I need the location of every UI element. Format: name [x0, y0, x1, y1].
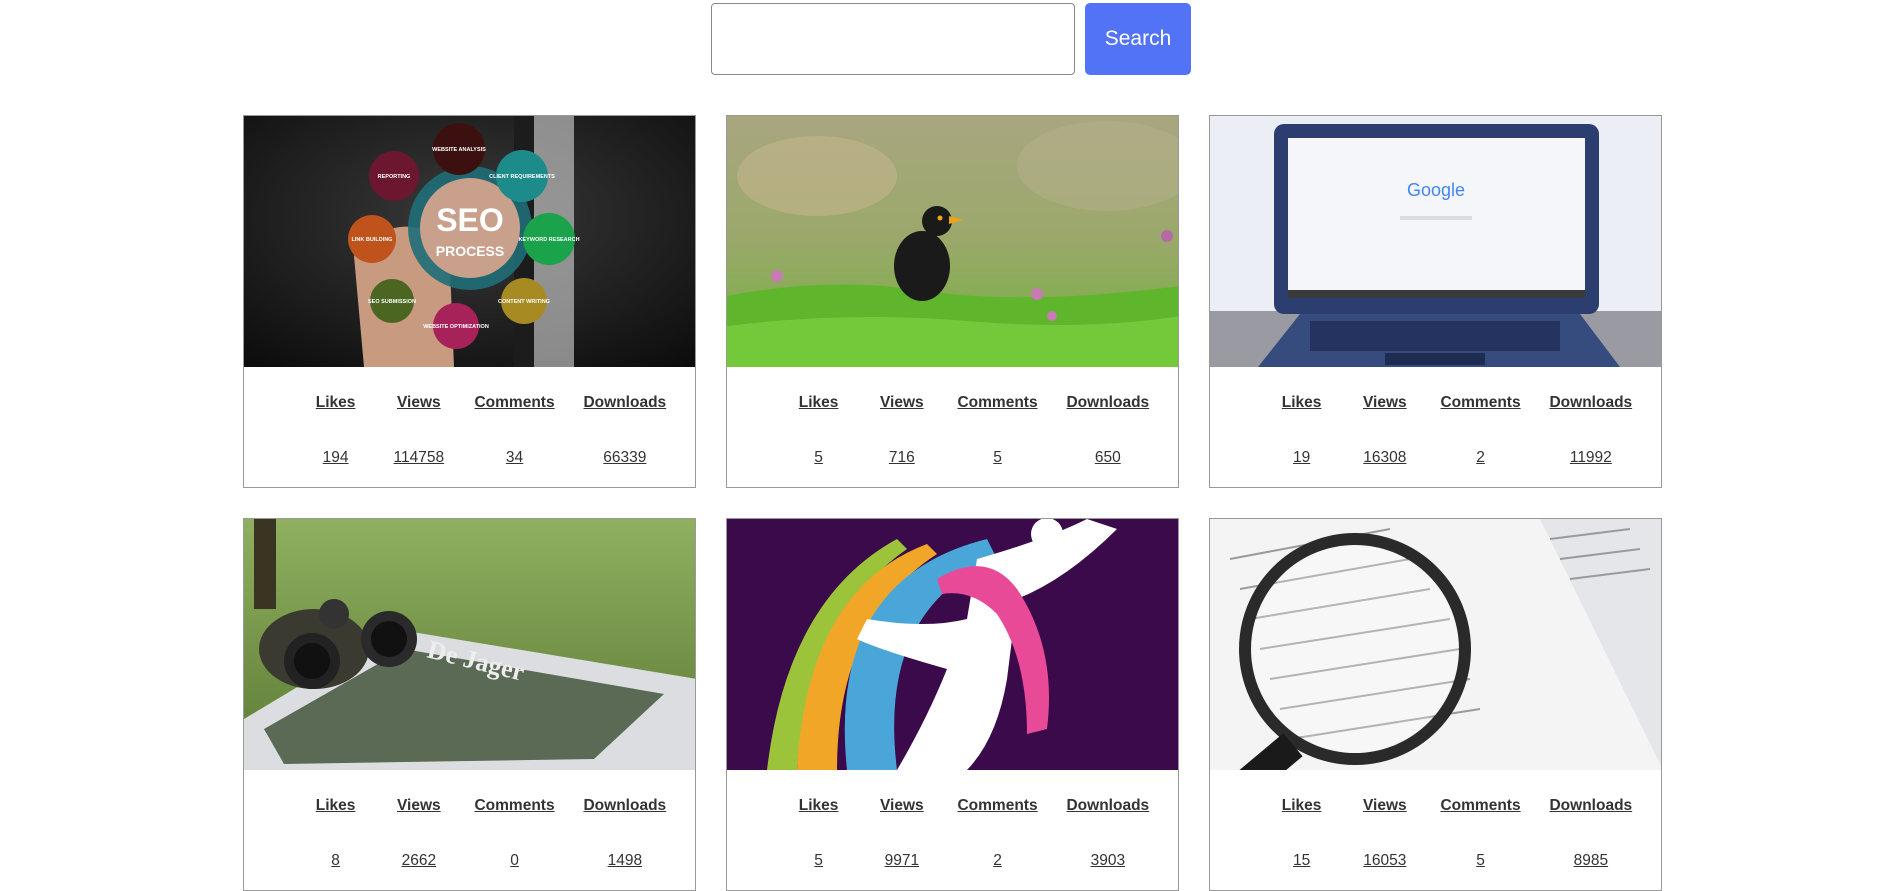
downloads-count[interactable]: 1498 — [569, 852, 681, 870]
image-magnifying-glass[interactable] — [1210, 519, 1661, 770]
card-stats: Likes 19 Views 16308 Comments 2 Downloads 11… — [1210, 367, 1661, 467]
card-stats: Likes 8 Views 2662 Comments 0 Downloads 1498 — [244, 770, 695, 870]
image-laptop[interactable]: Google — [1210, 116, 1661, 367]
likes-link[interactable]: Likes — [777, 797, 860, 815]
search-bar: Search — [711, 3, 1191, 75]
image-abstract-dancer[interactable] — [727, 519, 1178, 770]
bubble-link-building: LINK BUILDING — [352, 237, 393, 243]
views-link[interactable]: Views — [1343, 394, 1426, 412]
downloads-link[interactable]: Downloads — [1052, 394, 1164, 412]
comments-link[interactable]: Comments — [460, 394, 568, 412]
card-stats: Likes 5 Views 716 Comments 5 Downloads 650 — [727, 367, 1178, 467]
bubble-website-analysis: WEBSITE ANALYSIS — [432, 147, 486, 153]
downloads-count[interactable]: 66339 — [569, 449, 681, 467]
likes-count[interactable]: 5 — [777, 852, 860, 870]
comments-link[interactable]: Comments — [943, 394, 1051, 412]
image-card: Likes 5 Views 9971 Comments 2 Downloads 3903 — [726, 518, 1179, 891]
views-link[interactable]: Views — [377, 394, 460, 412]
comments-count[interactable]: 5 — [1426, 852, 1534, 870]
image-card: Likes 5 Views 716 Comments 5 Downloads 650 — [726, 115, 1179, 488]
likes-link[interactable]: Likes — [1260, 797, 1343, 815]
bubble-keyword-research: KEYWORD RESEARCH — [518, 237, 579, 243]
comments-link[interactable]: Comments — [1426, 394, 1534, 412]
views-count[interactable]: 16308 — [1343, 449, 1426, 467]
card-stats: Likes 194 Views 114758 Comments 34 Download… — [244, 367, 695, 467]
likes-count[interactable]: 8 — [294, 852, 377, 870]
views-count[interactable]: 16053 — [1343, 852, 1426, 870]
comments-count[interactable]: 0 — [460, 852, 568, 870]
downloads-link[interactable]: Downloads — [1535, 394, 1647, 412]
comments-link[interactable]: Comments — [460, 797, 568, 815]
comments-count[interactable]: 5 — [943, 449, 1051, 467]
downloads-link[interactable]: Downloads — [1052, 797, 1164, 815]
views-link[interactable]: Views — [1343, 797, 1426, 815]
bubble-website-optimization: WEBSITE OPTIMIZATION — [423, 324, 489, 330]
comments-link[interactable]: Comments — [1426, 797, 1534, 815]
bubble-content-writing: CONTENT WRITING — [498, 299, 550, 305]
image-card: De Jager Likes 8 Views 2662 Comments 0 Down… — [243, 518, 696, 891]
downloads-count[interactable]: 11992 — [1535, 449, 1647, 467]
image-seo-process[interactable]: SEO PROCESS WEBSITE ANALYSIS CLIENT REQU… — [244, 116, 695, 367]
likes-count[interactable]: 19 — [1260, 449, 1343, 467]
search-button[interactable]: Search — [1085, 3, 1191, 75]
bubble-seo-submission: SEO SUBMISSION — [368, 299, 416, 305]
views-count[interactable]: 9971 — [860, 852, 943, 870]
views-link[interactable]: Views — [377, 797, 460, 815]
likes-link[interactable]: Likes — [294, 797, 377, 815]
downloads-count[interactable]: 3903 — [1052, 852, 1164, 870]
image-card: Google Likes 19 Views 16308 Comments 2 Down… — [1209, 115, 1662, 488]
views-count[interactable]: 2662 — [377, 852, 460, 870]
seo-title-text: SEO — [436, 202, 504, 238]
comments-link[interactable]: Comments — [943, 797, 1051, 815]
downloads-link[interactable]: Downloads — [569, 394, 681, 412]
card-stats: Likes 15 Views 16053 Comments 5 Downloads 89… — [1210, 770, 1661, 870]
image-card: SEO PROCESS WEBSITE ANALYSIS CLIENT REQU… — [243, 115, 696, 488]
likes-link[interactable]: Likes — [777, 394, 860, 412]
comments-count[interactable]: 2 — [943, 852, 1051, 870]
card-stats: Likes 5 Views 9971 Comments 2 Downloads 3903 — [727, 770, 1178, 870]
bubble-client-requirements: CLIENT REQUIREMENTS — [489, 174, 555, 180]
comments-count[interactable]: 2 — [1426, 449, 1534, 467]
search-input[interactable] — [711, 3, 1075, 75]
likes-link[interactable]: Likes — [1260, 394, 1343, 412]
downloads-count[interactable]: 650 — [1052, 449, 1164, 467]
likes-link[interactable]: Likes — [294, 394, 377, 412]
image-blackbird[interactable] — [727, 116, 1178, 367]
views-count[interactable]: 716 — [860, 449, 943, 467]
bubble-reporting: REPORTING — [378, 174, 411, 180]
image-grid: SEO PROCESS WEBSITE ANALYSIS CLIENT REQU… — [243, 115, 1662, 891]
likes-count[interactable]: 194 — [294, 449, 377, 467]
downloads-count[interactable]: 8985 — [1535, 852, 1647, 870]
image-binoculars[interactable]: De Jager — [244, 519, 695, 770]
downloads-link[interactable]: Downloads — [1535, 797, 1647, 815]
seo-subtitle-text: PROCESS — [436, 243, 504, 259]
image-card: Likes 15 Views 16053 Comments 5 Downloads 89… — [1209, 518, 1662, 891]
comments-count[interactable]: 34 — [460, 449, 568, 467]
views-link[interactable]: Views — [860, 394, 943, 412]
views-count[interactable]: 114758 — [377, 449, 460, 467]
likes-count[interactable]: 15 — [1260, 852, 1343, 870]
views-link[interactable]: Views — [860, 797, 943, 815]
likes-count[interactable]: 5 — [777, 449, 860, 467]
google-logo-text: Google — [1407, 180, 1465, 200]
downloads-link[interactable]: Downloads — [569, 797, 681, 815]
